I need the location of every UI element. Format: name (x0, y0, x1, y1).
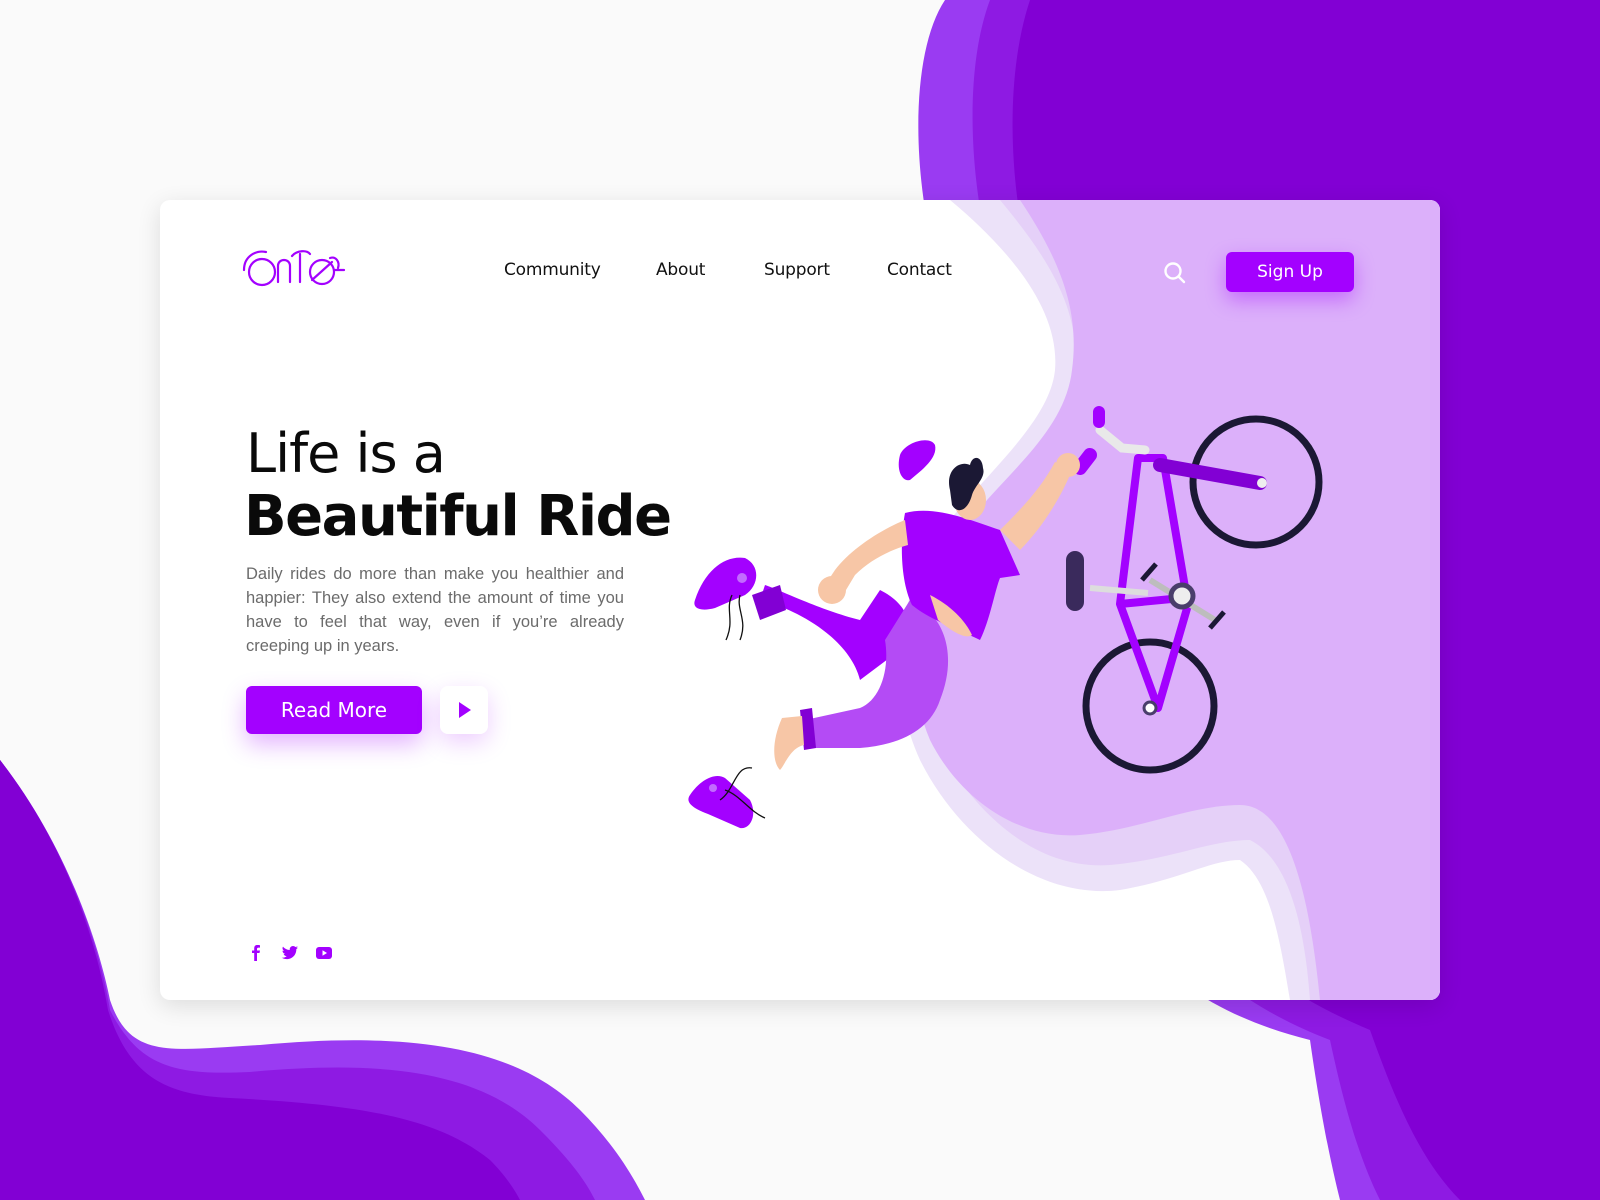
search-icon[interactable] (1162, 260, 1188, 286)
facebook-icon[interactable] (246, 944, 266, 962)
nav-item-community[interactable]: Community (504, 260, 601, 280)
card-wave-lavender (915, 200, 1440, 1000)
nav-item-contact[interactable]: Contact (887, 260, 952, 280)
read-more-button[interactable]: Read More (246, 686, 422, 734)
play-icon (459, 702, 471, 718)
nav-item-about[interactable]: About (656, 260, 705, 280)
nav-item-support[interactable]: Support (764, 260, 830, 280)
hero-title-line2: Beautiful Ride (244, 484, 672, 549)
hero-title-line1: Life is a (246, 422, 446, 485)
play-video-button[interactable] (440, 686, 488, 734)
hero-card: Community About Support Contact Sign Up … (160, 200, 1440, 1000)
twitter-icon[interactable] (280, 944, 300, 962)
youtube-icon[interactable] (314, 944, 334, 962)
signup-button[interactable]: Sign Up (1226, 252, 1354, 292)
brand-logo[interactable] (242, 244, 346, 288)
hero-description: Daily rides do more than make you health… (246, 565, 624, 655)
